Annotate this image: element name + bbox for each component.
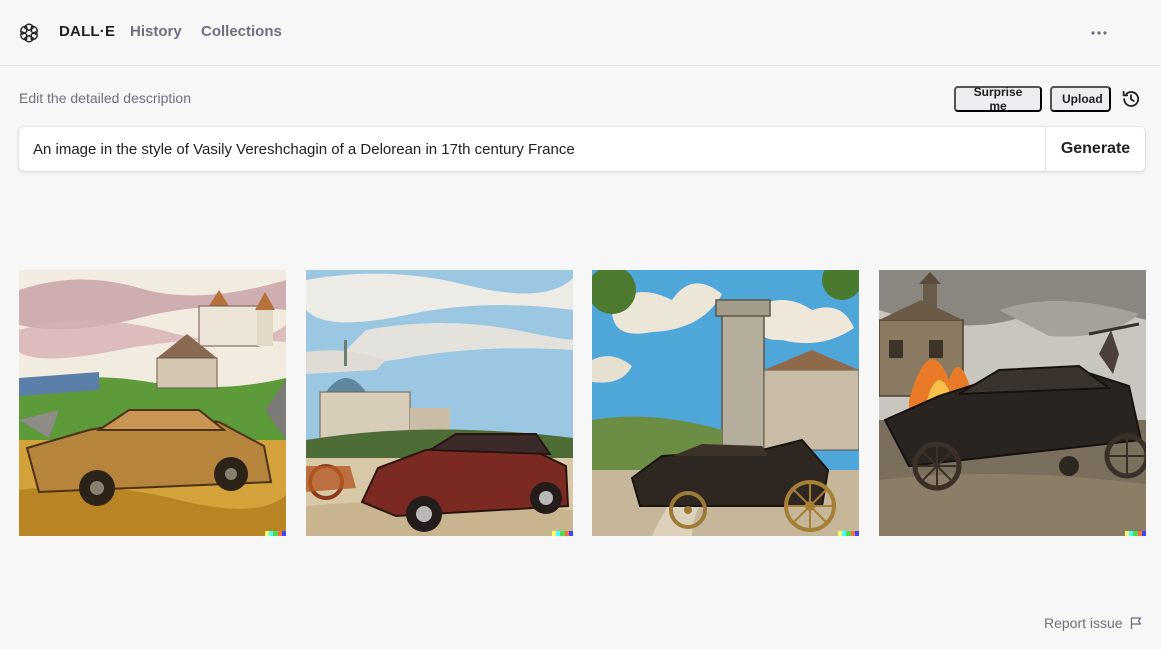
signature-swatch: [281, 531, 286, 536]
red-car-church-painting: [306, 270, 573, 536]
gold-car-castle-painting: [19, 270, 286, 536]
top-navigation-bar: DALL·E History Collections: [0, 0, 1161, 66]
generated-image-1[interactable]: [19, 270, 286, 536]
ellipsis-icon: [1091, 31, 1107, 35]
prompt-input[interactable]: [33, 127, 1033, 171]
signature-swatch: [568, 531, 573, 536]
history-icon[interactable]: [1120, 88, 1142, 110]
nav-collections-link[interactable]: Collections: [201, 23, 282, 40]
generate-button[interactable]: Generate: [1045, 127, 1145, 171]
nav-history-link[interactable]: History: [130, 23, 182, 40]
more-options-button[interactable]: [1086, 22, 1112, 44]
signature-swatch: [854, 531, 859, 536]
report-issue-link[interactable]: Report issue: [1044, 615, 1143, 631]
dalle-signature: [552, 531, 573, 536]
carriage-tower-painting: [592, 270, 859, 536]
prompt-box: Generate: [19, 127, 1145, 171]
generated-image-3[interactable]: [592, 270, 859, 536]
dalle-signature: [838, 531, 859, 536]
upload-button[interactable]: Upload: [1050, 86, 1111, 112]
surprise-me-button[interactable]: Surprise me: [954, 85, 1042, 113]
prompt-label: Edit the detailed description: [19, 90, 191, 106]
dalle-signature: [1125, 531, 1146, 536]
generated-image-4[interactable]: [879, 270, 1146, 536]
signature-swatch: [1141, 531, 1146, 536]
dark-car-fire-painting: [879, 270, 1146, 536]
dalle-signature: [265, 531, 286, 536]
generated-image-2[interactable]: [306, 270, 573, 536]
openai-logo-icon[interactable]: [17, 21, 41, 45]
flag-icon: [1130, 617, 1141, 629]
brand-title[interactable]: DALL·E: [59, 23, 115, 40]
report-issue-label: Report issue: [1044, 615, 1123, 631]
